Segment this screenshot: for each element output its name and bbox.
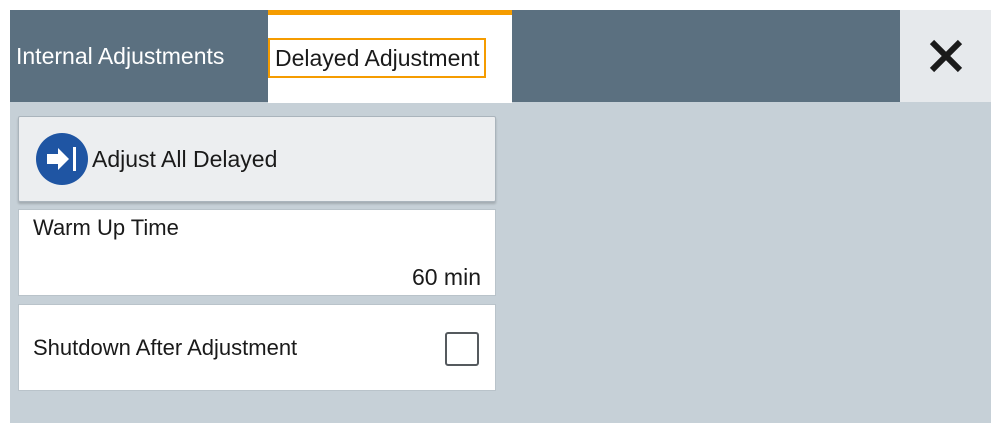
- tab-internal-adjustments-label: Internal Adjustments: [16, 42, 225, 69]
- shutdown-after-adjustment-checkbox[interactable]: [445, 332, 479, 366]
- shutdown-after-adjustment-row[interactable]: Shutdown After Adjustment: [18, 304, 496, 391]
- tab-internal-adjustments[interactable]: Internal Adjustments: [10, 10, 267, 102]
- warm-up-time-value: 60 min: [411, 264, 481, 290]
- adjust-all-delayed-label: Adjust All Delayed: [92, 145, 278, 172]
- warm-up-time-label: Warm Up Time: [33, 215, 179, 240]
- arrow-right-bar-icon: [36, 133, 88, 185]
- warm-up-time-field[interactable]: Warm Up Time 60 min: [18, 209, 496, 296]
- delayed-adjustment-dialog: Internal Adjustments Delayed Adjustment …: [10, 10, 991, 423]
- tab-bar: Internal Adjustments Delayed Adjustment: [10, 10, 991, 103]
- shutdown-after-adjustment-label: Shutdown After Adjustment: [33, 335, 298, 360]
- tab-delayed-adjustment-label: Delayed Adjustment: [268, 38, 486, 78]
- close-button[interactable]: [900, 10, 991, 102]
- close-icon: [926, 36, 966, 76]
- tab-delayed-adjustment[interactable]: Delayed Adjustment: [268, 10, 512, 103]
- adjust-all-delayed-button[interactable]: Adjust All Delayed: [18, 116, 496, 202]
